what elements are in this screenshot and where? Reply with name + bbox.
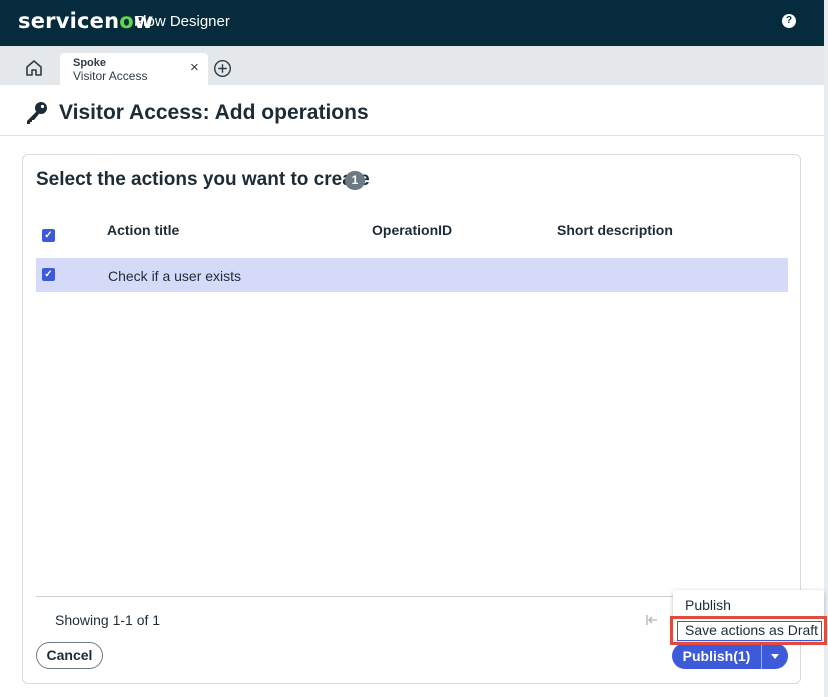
tab-title: Visitor Access (73, 69, 148, 83)
count-badge: 1 (345, 171, 365, 190)
cancel-button[interactable]: Cancel (36, 642, 103, 669)
action-title-cell: Check if a user exists (108, 268, 242, 284)
column-header-short-description[interactable]: Short description (557, 222, 673, 238)
logo-text-prefix: servicen (18, 9, 120, 33)
top-navigation-bar: servicenow Flow Designer ? (0, 0, 828, 46)
first-page-icon[interactable] (645, 613, 659, 627)
key-icon (27, 102, 47, 124)
focus-outline (677, 621, 822, 641)
caret-down-icon[interactable] (762, 643, 788, 669)
publish-split-button: Publish(1) (672, 643, 788, 669)
tab-kicker: Spoke (73, 57, 107, 69)
column-header-action-title[interactable]: Action title (107, 222, 179, 238)
app-name: Flow Designer (134, 13, 230, 30)
column-header-operation-id[interactable]: OperationID (372, 222, 452, 238)
tab-visitor-access[interactable]: Spoke Visitor Access × (60, 53, 208, 85)
tab-strip: Spoke Visitor Access × (0, 46, 824, 85)
header-divider (0, 135, 824, 136)
logo-text-o: o (119, 9, 134, 33)
row-checkbox[interactable]: ✓ (42, 268, 55, 281)
select-all-checkbox[interactable]: ✓ (42, 229, 55, 242)
home-icon[interactable] (24, 58, 44, 78)
help-icon[interactable]: ? (782, 14, 796, 28)
close-icon[interactable]: × (190, 60, 199, 75)
publish-button[interactable]: Publish(1) (672, 643, 761, 669)
menu-item-publish[interactable]: Publish (685, 597, 731, 613)
card-title: Select the actions you want to create (36, 169, 370, 190)
pagination-status: Showing 1-1 of 1 (55, 612, 161, 628)
page-title: Visitor Access: Add operations (59, 101, 369, 124)
add-tab-icon[interactable] (213, 59, 232, 78)
window-edge (824, 0, 828, 697)
